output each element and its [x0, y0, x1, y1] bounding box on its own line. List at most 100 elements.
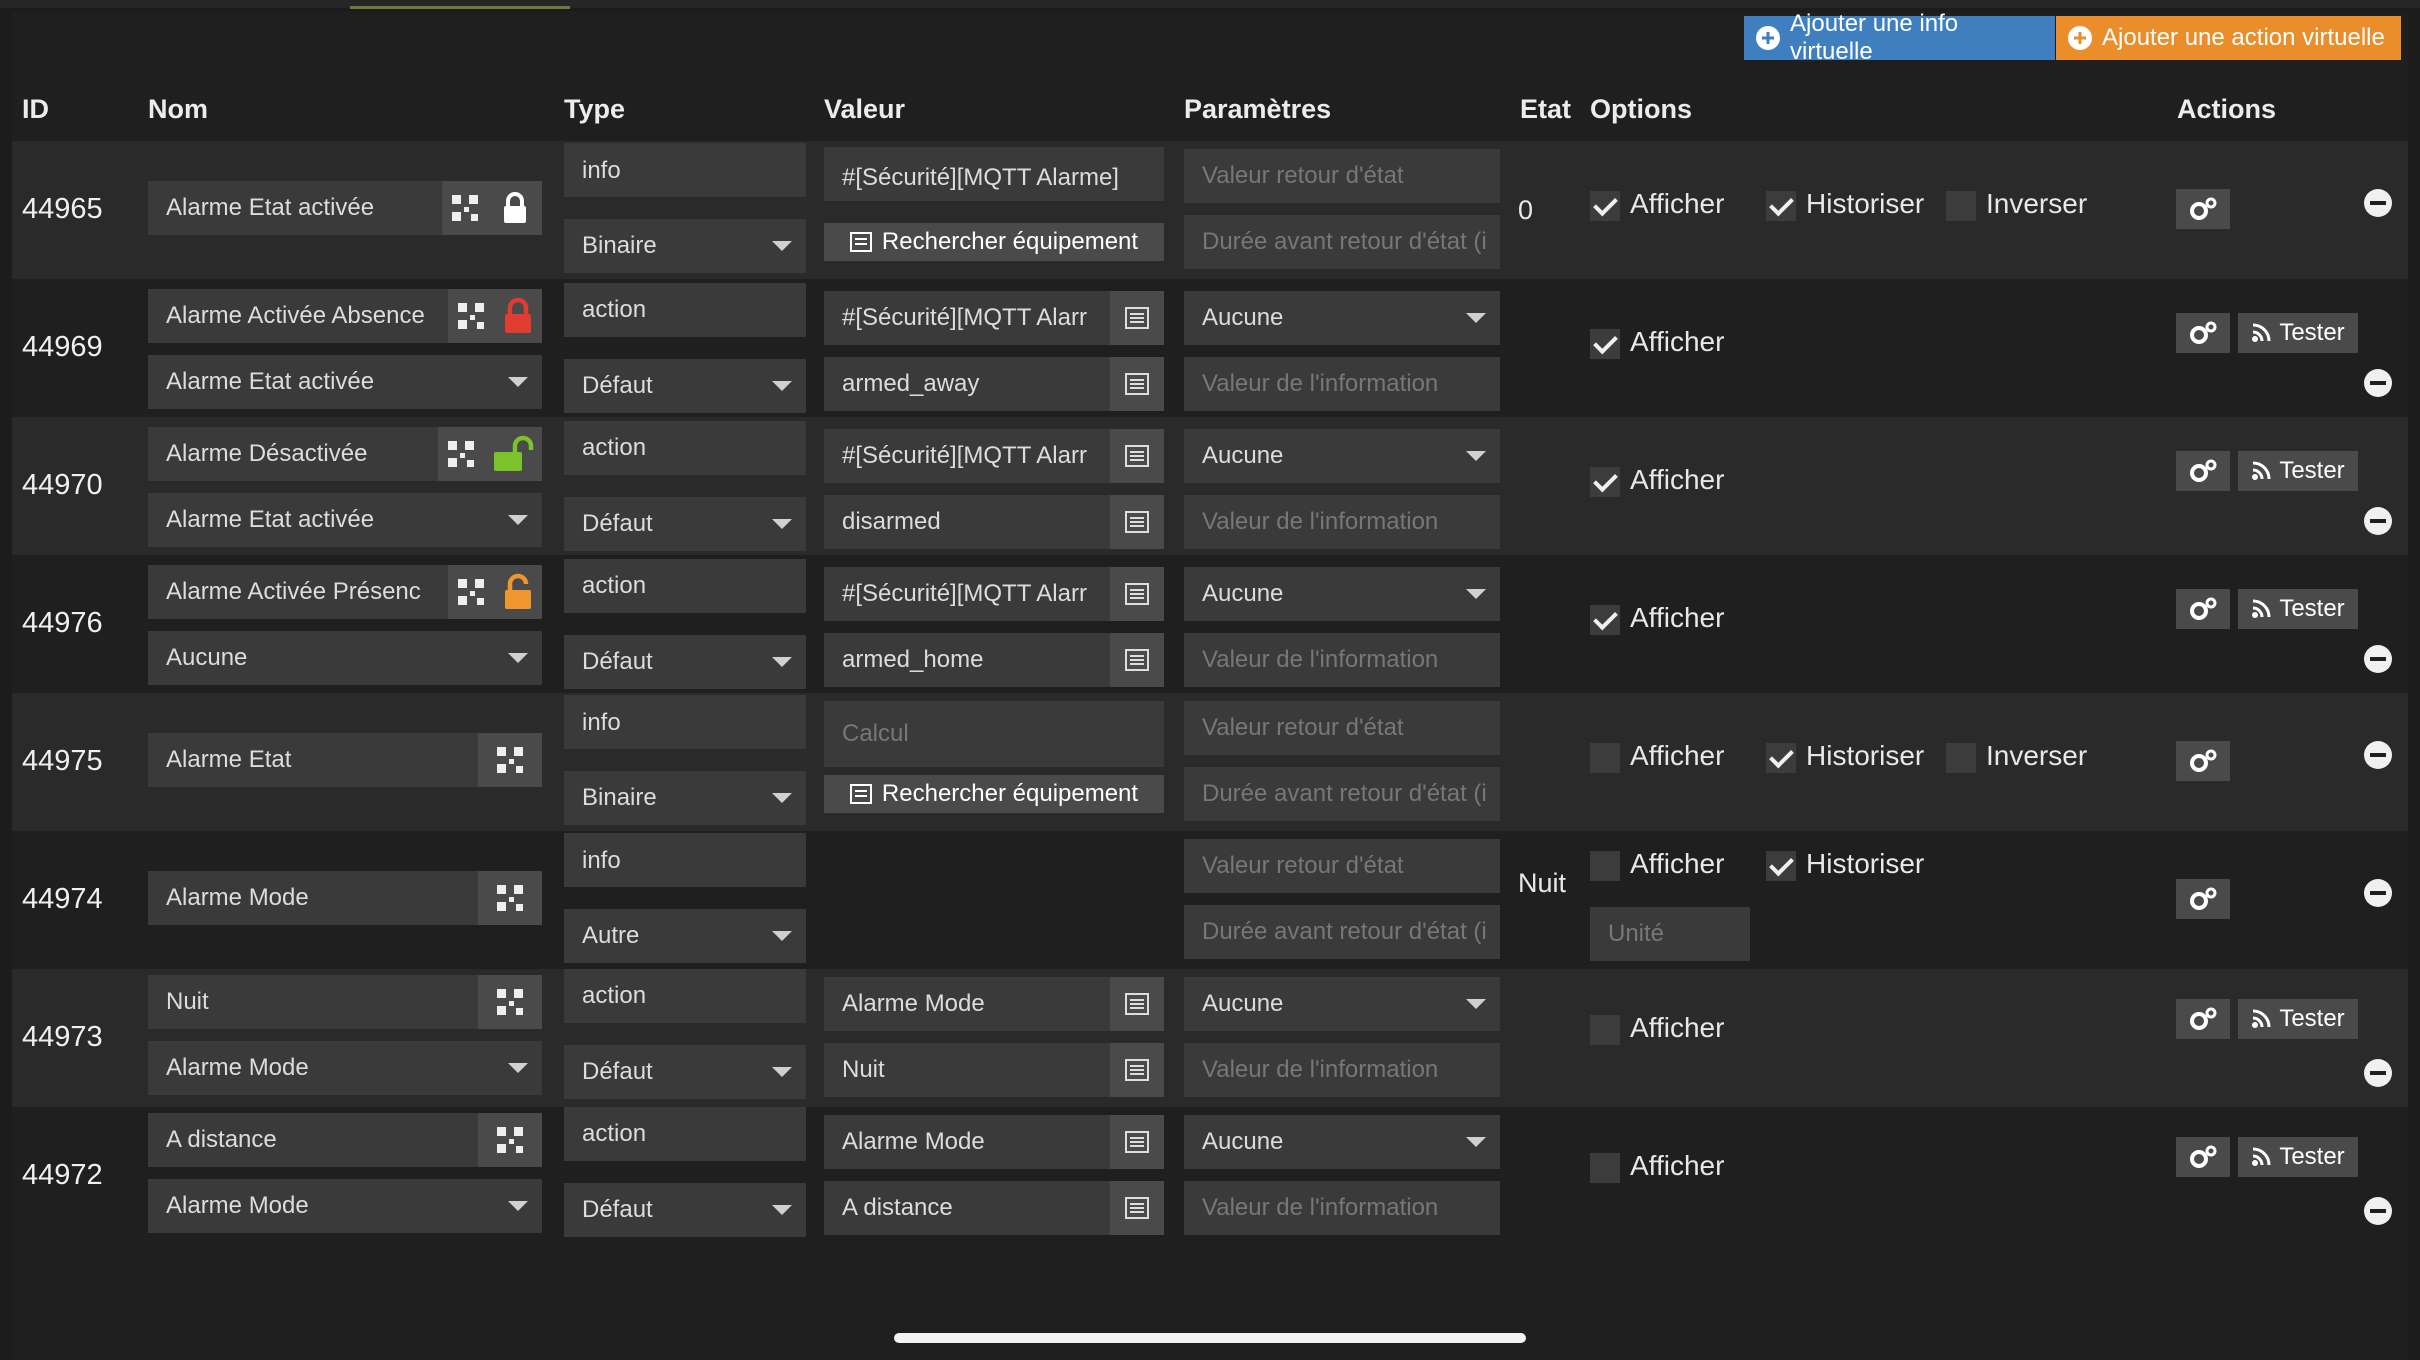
configure-icon-button[interactable] — [478, 733, 542, 787]
type-field[interactable]: info — [564, 143, 806, 197]
name-input[interactable]: A distance — [148, 1113, 478, 1167]
value-secondary-field[interactable]: A distance — [824, 1181, 1110, 1235]
tester-button[interactable]: Tester — [2238, 589, 2358, 629]
configure-icon-button[interactable] — [478, 1113, 542, 1167]
afficher-checkbox[interactable] — [1590, 1153, 1620, 1183]
subtype-select[interactable]: Autre — [564, 909, 806, 963]
tester-button[interactable]: Tester — [2238, 313, 2358, 353]
subtype-select[interactable]: Défaut — [564, 1183, 806, 1237]
lock-white-icon[interactable] — [488, 181, 542, 235]
value-field[interactable]: #[Sécurité][MQTT Alarme][mqttha_alarme_e… — [824, 147, 1164, 201]
info-value-input[interactable]: Valeur de l'information — [1184, 633, 1500, 687]
remove-row-icon[interactable] — [2364, 369, 2392, 397]
subtype-select[interactable]: Défaut — [564, 635, 806, 689]
subtype-select[interactable]: Binaire — [564, 771, 806, 825]
value-field[interactable]: Alarme Mode — [824, 1115, 1110, 1169]
name-input[interactable]: Alarme Désactivée — [148, 427, 438, 481]
return-value-input[interactable]: Valeur retour d'état — [1184, 701, 1500, 755]
return-delay-input[interactable]: Durée avant retour d'état (i — [1184, 767, 1500, 821]
inverser-checkbox[interactable] — [1946, 743, 1976, 773]
value-secondary-field[interactable]: armed_home — [824, 633, 1110, 687]
return-value-input[interactable]: Valeur retour d'état — [1184, 149, 1500, 203]
list-icon[interactable] — [1110, 1181, 1164, 1235]
gear-icon[interactable] — [2176, 999, 2230, 1039]
configure-icon-button[interactable] — [448, 289, 494, 343]
name-input[interactable]: Nuit — [148, 975, 478, 1029]
return-delay-input[interactable]: Durée avant retour d'état (i — [1184, 215, 1500, 269]
tester-button[interactable]: Tester — [2238, 451, 2358, 491]
configure-icon-button[interactable] — [438, 427, 484, 481]
search-equipment-button[interactable]: Rechercher équipement — [824, 223, 1164, 261]
remove-row-icon[interactable] — [2364, 507, 2392, 535]
configure-icon-button[interactable] — [442, 181, 488, 235]
unlock-green-icon[interactable] — [484, 427, 542, 481]
list-icon[interactable] — [1110, 429, 1164, 483]
configure-icon-button[interactable] — [478, 975, 542, 1029]
remove-row-icon[interactable] — [2364, 1197, 2392, 1225]
add-virtual-info-button[interactable]: Ajouter une info virtuelle — [1744, 10, 2055, 65]
configure-icon-button[interactable] — [448, 565, 494, 619]
return-delay-input[interactable]: Durée avant retour d'état (i — [1184, 905, 1500, 959]
afficher-checkbox[interactable] — [1590, 1015, 1620, 1045]
afficher-checkbox[interactable] — [1590, 191, 1620, 221]
afficher-checkbox[interactable] — [1590, 743, 1620, 773]
type-field[interactable]: action — [564, 559, 806, 613]
calcul-input[interactable]: Calcul — [824, 701, 1164, 767]
tester-button[interactable]: Tester — [2238, 1137, 2358, 1177]
value-secondary-field[interactable]: disarmed — [824, 495, 1110, 549]
list-icon[interactable] — [1110, 567, 1164, 621]
home-indicator[interactable] — [894, 1333, 1526, 1343]
historiser-checkbox[interactable] — [1766, 191, 1796, 221]
historiser-checkbox[interactable] — [1766, 743, 1796, 773]
tester-button[interactable]: Tester — [2238, 999, 2358, 1039]
search-equipment-button[interactable]: Rechercher équipement — [824, 775, 1164, 813]
value-field[interactable]: #[Sécurité][MQTT Alarr — [824, 291, 1110, 345]
gear-icon[interactable] — [2176, 741, 2230, 781]
add-virtual-action-button[interactable]: Ajouter une action virtuelle — [2056, 16, 2401, 60]
info-value-input[interactable]: Valeur de l'information — [1184, 495, 1500, 549]
gear-icon[interactable] — [2176, 589, 2230, 629]
linked-info-select[interactable]: Alarme Etat activée — [148, 355, 542, 409]
info-value-input[interactable]: Valeur de l'information — [1184, 357, 1500, 411]
afficher-checkbox[interactable] — [1590, 329, 1620, 359]
list-icon[interactable] — [1110, 357, 1164, 411]
subtype-select[interactable]: Défaut — [564, 497, 806, 551]
name-input[interactable]: Alarme Mode — [148, 871, 478, 925]
gear-icon[interactable] — [2176, 189, 2230, 229]
gear-icon[interactable] — [2176, 451, 2230, 491]
name-input[interactable]: Alarme Activée Absence — [148, 289, 448, 343]
linked-info-select[interactable]: Alarme Mode — [148, 1041, 542, 1095]
parameter-select[interactable]: Aucune — [1184, 567, 1500, 621]
parameter-select[interactable]: Aucune — [1184, 977, 1500, 1031]
value-field[interactable]: Alarme Mode — [824, 977, 1110, 1031]
list-icon[interactable] — [1110, 633, 1164, 687]
return-value-input[interactable]: Valeur retour d'état — [1184, 839, 1500, 893]
type-field[interactable]: info — [564, 833, 806, 887]
type-field[interactable]: action — [564, 283, 806, 337]
value-field[interactable]: #[Sécurité][MQTT Alarr — [824, 429, 1110, 483]
gear-icon[interactable] — [2176, 879, 2230, 919]
linked-info-select[interactable]: Aucune — [148, 631, 542, 685]
remove-row-icon[interactable] — [2364, 1059, 2392, 1087]
afficher-checkbox[interactable] — [1590, 605, 1620, 635]
linked-info-select[interactable]: Alarme Etat activée — [148, 493, 542, 547]
type-field[interactable]: action — [564, 969, 806, 1023]
parameter-select[interactable]: Aucune — [1184, 291, 1500, 345]
parameter-select[interactable]: Aucune — [1184, 429, 1500, 483]
value-secondary-field[interactable]: armed_away — [824, 357, 1110, 411]
lock-red-icon[interactable] — [494, 289, 542, 343]
type-field[interactable]: info — [564, 695, 806, 749]
subtype-select[interactable]: Défaut — [564, 1045, 806, 1099]
parameter-select[interactable]: Aucune — [1184, 1115, 1500, 1169]
afficher-checkbox[interactable] — [1590, 851, 1620, 881]
list-icon[interactable] — [1110, 1043, 1164, 1097]
remove-row-icon[interactable] — [2364, 645, 2392, 673]
historiser-checkbox[interactable] — [1766, 851, 1796, 881]
list-icon[interactable] — [1110, 977, 1164, 1031]
lock-orange-icon[interactable] — [494, 565, 542, 619]
subtype-select[interactable]: Binaire — [564, 219, 806, 273]
name-input[interactable]: Alarme Etat — [148, 733, 478, 787]
list-icon[interactable] — [1110, 291, 1164, 345]
subtype-select[interactable]: Défaut — [564, 359, 806, 413]
type-field[interactable]: action — [564, 421, 806, 475]
